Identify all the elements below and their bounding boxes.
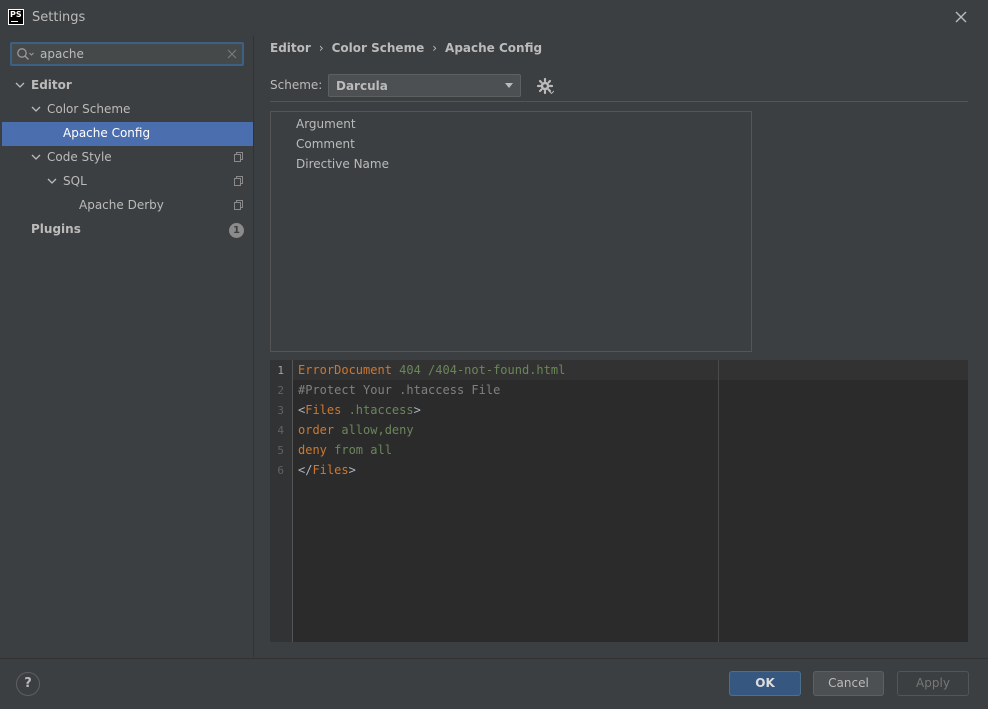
line-number: 3 xyxy=(277,404,284,417)
code-token-bracket: > xyxy=(348,463,356,477)
project-copy-icon xyxy=(234,152,243,162)
right-margin-guide xyxy=(718,360,719,642)
chevron-down-icon[interactable] xyxy=(46,174,58,188)
title-bar: PS Settings xyxy=(0,0,988,36)
list-item-argument[interactable]: Argument xyxy=(296,117,356,131)
tree-item-label: Code Style xyxy=(47,150,112,164)
phpstorm-logo-icon: PS xyxy=(8,9,24,25)
scheme-label: Scheme: xyxy=(270,78,323,92)
tree-item-label: Editor xyxy=(31,78,72,92)
project-copy-icon xyxy=(234,176,243,186)
tree-item-label: Apache Config xyxy=(63,126,151,140)
code-token-tag: Files xyxy=(305,403,342,417)
line-number-gutter: 1 2 3 4 5 6 xyxy=(270,360,293,642)
tree-item-label: Apache Derby xyxy=(79,198,164,212)
plugins-count-badge: 1 xyxy=(229,223,244,238)
apply-button[interactable]: Apply xyxy=(897,671,969,696)
divider xyxy=(0,658,988,659)
divider xyxy=(270,101,968,102)
chevron-down-icon[interactable] xyxy=(30,150,42,164)
search-box[interactable] xyxy=(10,42,244,66)
list-item-comment[interactable]: Comment xyxy=(296,137,355,151)
code-token-bracket: </ xyxy=(298,463,313,477)
scheme-dropdown[interactable]: Darcula xyxy=(328,74,521,97)
list-item-directive-name[interactable]: Directive Name xyxy=(296,157,389,171)
breadcrumb: Editor › Color Scheme › Apache Config xyxy=(270,41,542,57)
code-token-argument: allow,deny xyxy=(334,423,414,437)
line-number: 1 xyxy=(277,364,284,377)
scheme-selected-value: Darcula xyxy=(336,79,388,93)
tree-item-color-scheme[interactable]: Color Scheme xyxy=(2,98,253,122)
clear-search-icon[interactable] xyxy=(225,46,239,62)
tree-item-label: SQL xyxy=(63,174,87,188)
tree-item-sql[interactable]: SQL xyxy=(2,170,253,194)
ok-button[interactable]: OK xyxy=(729,671,801,696)
window-title: Settings xyxy=(32,10,86,25)
code-token-tag: Files xyxy=(312,463,349,477)
chevron-down-icon[interactable] xyxy=(30,102,42,116)
tree-item-apache-config[interactable]: Apache Config xyxy=(2,122,253,146)
chevron-right-icon: › xyxy=(432,41,438,55)
close-glyph xyxy=(955,11,967,23)
close-icon[interactable] xyxy=(953,9,969,25)
breadcrumb-item[interactable]: Editor xyxy=(270,41,311,55)
chevron-down-icon[interactable] xyxy=(14,78,26,92)
tree-item-label: Plugins xyxy=(31,222,81,236)
search-icon[interactable] xyxy=(16,47,34,61)
code-token-directive: ErrorDocument xyxy=(298,363,392,377)
code-line: </Files> xyxy=(298,463,356,477)
line-number: 4 xyxy=(277,424,284,437)
cancel-button[interactable]: Cancel xyxy=(813,671,884,696)
code-line: deny from all xyxy=(298,443,392,457)
tree-item-editor[interactable]: Editor xyxy=(2,74,253,98)
tree-item-apache-derby[interactable]: Apache Derby xyxy=(2,194,253,218)
code-token-argument: from all xyxy=(326,443,392,457)
tree-item-label: Color Scheme xyxy=(47,102,131,116)
line-number: 6 xyxy=(277,464,284,477)
code-preview-editor[interactable]: 1 2 3 4 5 6 ErrorDocument 404 /404-not-f… xyxy=(270,360,968,642)
code-token-argument: .htaccess xyxy=(341,403,414,417)
breadcrumb-item: Apache Config xyxy=(445,41,543,55)
chevron-right-icon: › xyxy=(318,41,324,55)
search-input[interactable] xyxy=(40,45,220,63)
project-copy-icon xyxy=(234,200,243,210)
tree-item-code-style[interactable]: Code Style xyxy=(2,146,253,170)
code-line: ErrorDocument 404 /404-not-found.html xyxy=(298,363,565,377)
code-token-comment: #Protect Your .htaccess File xyxy=(298,383,501,397)
line-number: 5 xyxy=(277,444,284,457)
dropdown-arrow-icon xyxy=(505,83,513,88)
code-line: <Files .htaccess> xyxy=(298,403,421,417)
gear-icon[interactable] xyxy=(536,77,555,95)
tree-item-plugins[interactable]: Plugins 1 xyxy=(2,218,253,242)
code-token-bracket: > xyxy=(413,403,421,417)
code-token-argument: 404 /404-not-found.html xyxy=(391,363,566,377)
attribute-list[interactable]: Argument Comment Directive Name xyxy=(270,111,752,352)
code-line: order allow,deny xyxy=(298,423,414,437)
code-line: #Protect Your .htaccess File xyxy=(298,383,500,397)
code-token-directive: order xyxy=(298,423,335,437)
breadcrumb-item[interactable]: Color Scheme xyxy=(332,41,425,55)
help-button[interactable]: ? xyxy=(16,672,40,696)
code-token-directive: deny xyxy=(298,443,327,457)
line-number: 2 xyxy=(277,384,284,397)
